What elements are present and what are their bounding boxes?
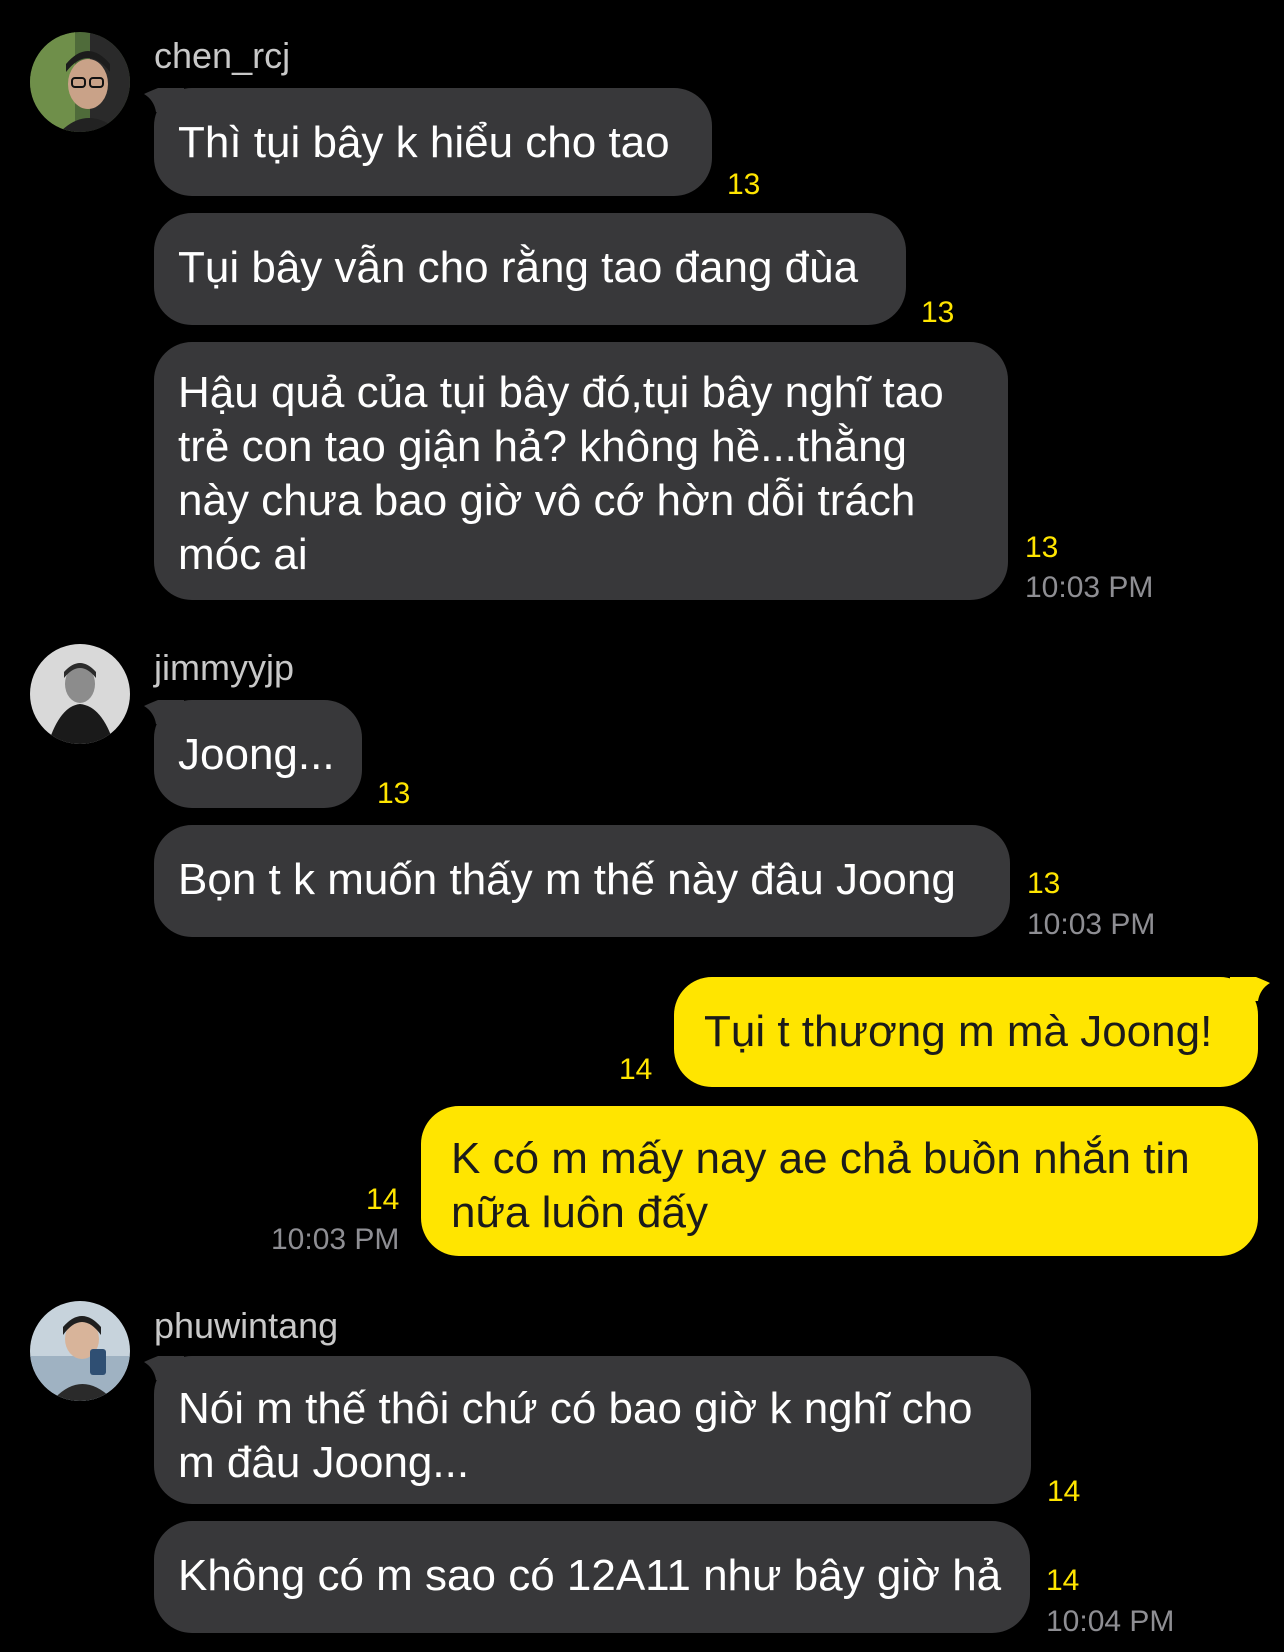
message-timestamp: 10:03 PM: [1027, 908, 1156, 941]
avatar-phuwintang[interactable]: [30, 1301, 130, 1401]
bubble-tail-icon: [144, 700, 184, 724]
sender-name: chen_rcj: [154, 35, 291, 76]
message-bubble[interactable]: Không có m sao có 12A11 như bây giờ hả: [154, 1521, 1030, 1633]
message-timestamp: 10:04 PM: [1046, 1605, 1175, 1638]
message-text-line: móc ai: [178, 530, 308, 579]
message-bubble-outgoing[interactable]: Tụi t thương m mà Joong!: [674, 977, 1270, 1087]
message-timestamp: 10:03 PM: [271, 1223, 400, 1256]
avatar-jimmyyjp[interactable]: [30, 644, 130, 744]
unread-count: 13: [1027, 867, 1061, 900]
message-bubble[interactable]: Bọn t k muốn thấy m thế này đâu Joong: [154, 825, 1010, 937]
message-bubble[interactable]: Tụi bây vẫn cho rằng tao đang đùa: [154, 213, 906, 325]
bubble-tail-icon: [144, 88, 184, 112]
sender-name: jimmyyjp: [154, 647, 294, 688]
message-text-line: nữa luôn đấy: [451, 1188, 708, 1237]
bubble-tail-icon: [1230, 977, 1270, 1001]
message-text: Không có m sao có 12A11 như bây giờ hả: [178, 1551, 1002, 1600]
bubble-tail-icon: [144, 1356, 184, 1380]
message-text: Joong...: [178, 730, 335, 779]
profile-photo-avatar-icon: [30, 1301, 130, 1401]
sender-name: phuwintang: [154, 1305, 339, 1346]
message-text-line: Nói m thế thôi chứ có bao giờ k nghĩ cho: [178, 1384, 973, 1433]
message-text-line: m đâu Joong...: [178, 1438, 470, 1487]
profile-photo-avatar-icon: [30, 32, 130, 132]
unread-count: 14: [1047, 1475, 1081, 1508]
message-text-line: trẻ con tao giận hả? không hề...thằng: [178, 422, 908, 471]
message-text: Tụi bây vẫn cho rằng tao đang đùa: [178, 243, 859, 292]
unread-count: 13: [921, 296, 955, 329]
message-bubble[interactable]: Hậu quả của tụi bây đó,tụi bây nghĩ tao …: [154, 342, 1008, 600]
message-text: Thì tụi bây k hiểu cho tao: [178, 118, 670, 167]
message-text-line: K có m mấy nay ae chả buồn nhắn tin: [451, 1134, 1190, 1183]
message-text: Bọn t k muốn thấy m thế này đâu Joong: [178, 855, 956, 904]
unread-count: 13: [1025, 531, 1059, 564]
message-bubble-outgoing[interactable]: K có m mấy nay ae chả buồn nhắn tin nữa …: [421, 1106, 1258, 1256]
message-text: Tụi t thương m mà Joong!: [704, 1007, 1213, 1056]
unread-count: 14: [1046, 1564, 1080, 1597]
message-text-line: này chưa bao giờ vô cớ hờn dỗi trách: [178, 476, 916, 525]
unread-count: 14: [619, 1053, 653, 1086]
profile-photo-avatar-icon: [30, 644, 130, 744]
message-bubble[interactable]: Nói m thế thôi chứ có bao giờ k nghĩ cho…: [144, 1356, 1031, 1504]
message-text-line: Hậu quả của tụi bây đó,tụi bây nghĩ tao: [178, 368, 944, 417]
unread-count: 14: [366, 1183, 400, 1216]
message-bubble[interactable]: Joong...: [144, 700, 362, 808]
avatar-chen-rcj[interactable]: [30, 32, 130, 132]
message-bubble[interactable]: Thì tụi bây k hiểu cho tao: [144, 88, 712, 196]
unread-count: 13: [377, 777, 411, 810]
unread-count: 13: [727, 168, 761, 201]
message-timestamp: 10:03 PM: [1025, 571, 1154, 604]
